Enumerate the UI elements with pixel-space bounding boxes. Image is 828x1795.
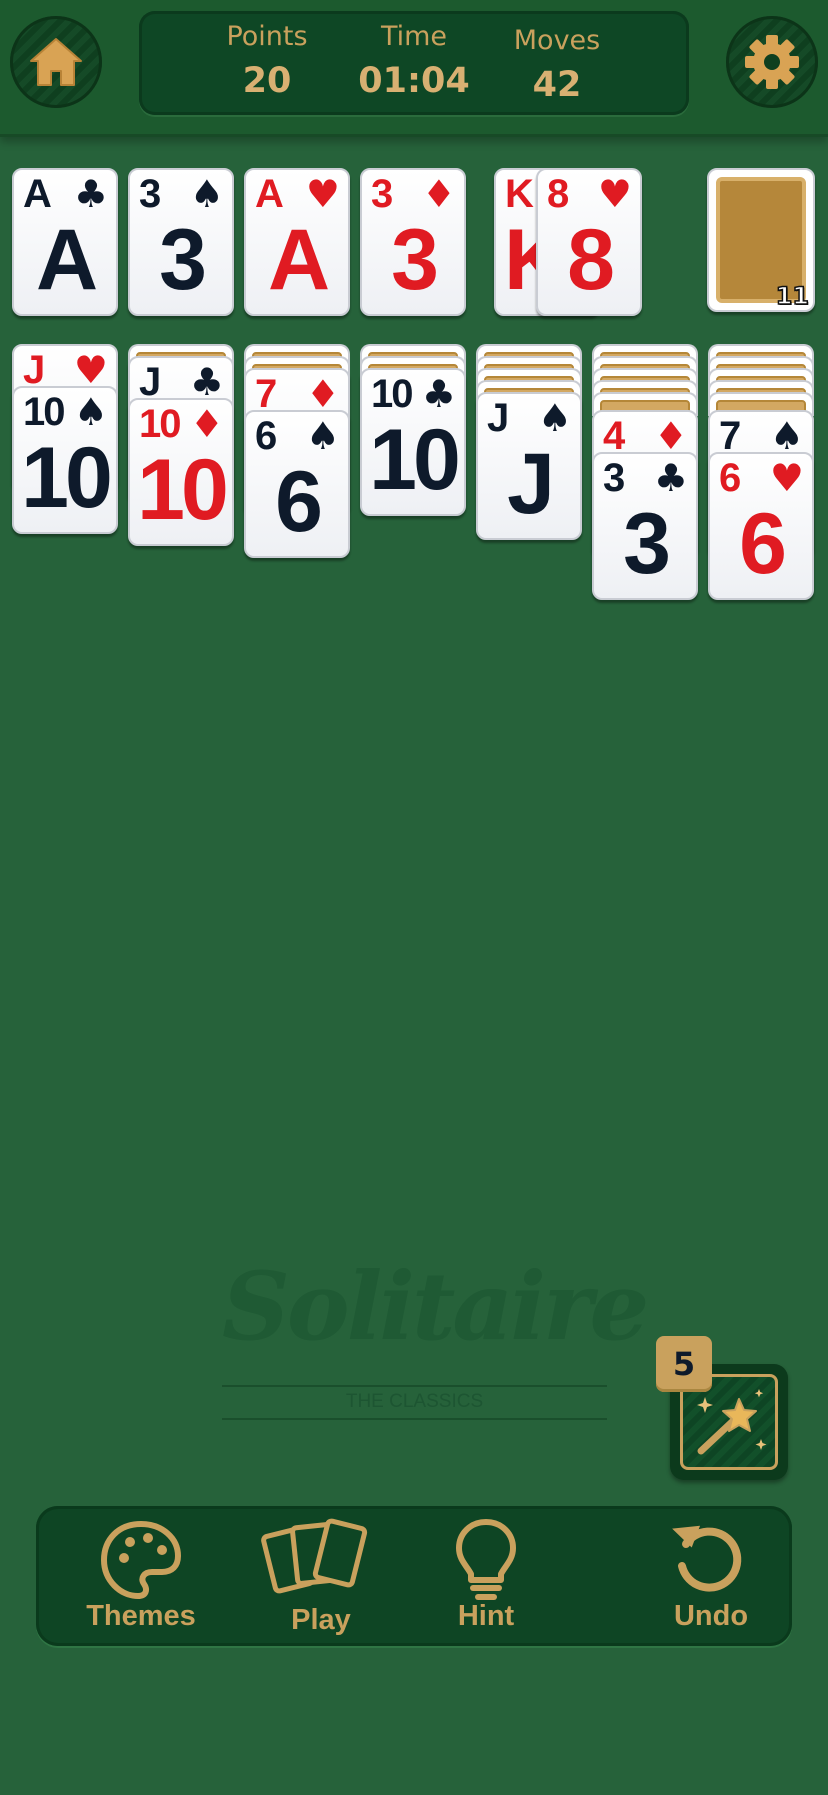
spade-icon: ♠ [769, 414, 804, 458]
card-rank-large: 3 [623, 496, 671, 592]
card-rank: J [487, 396, 509, 440]
club-icon: ♣ [421, 372, 456, 416]
club-icon: ♣ [73, 172, 108, 216]
undo-icon [672, 1525, 742, 1592]
diamond-icon: ♦ [189, 402, 224, 446]
heart-icon: ♥ [769, 456, 804, 500]
diamond-icon: ♦ [421, 172, 456, 216]
card-rank: 6 [719, 456, 741, 500]
stock-pile[interactable]: 11 [707, 168, 815, 312]
tableau-card[interactable]: 10 ♠ 10 [12, 386, 118, 534]
magic-count-badge: 5 [656, 1336, 712, 1392]
club-icon: ♣ [189, 360, 224, 404]
card-rank: K [505, 172, 534, 216]
logo-divider [222, 1385, 607, 1387]
tableau-card[interactable]: 6 ♥ 6 [708, 452, 814, 600]
logo-title: Solitaire [222, 1252, 649, 1362]
themes-label: Themes [86, 1600, 196, 1632]
club-icon: ♣ [653, 456, 688, 500]
card-rank-large: A [267, 212, 330, 308]
stats-panel: Points 20 Time 01:04 Moves 42 [139, 11, 689, 115]
spade-icon: ♠ [189, 172, 224, 216]
hint-button[interactable]: Hint [431, 1506, 541, 1646]
moves-value: 42 [532, 65, 582, 105]
foundation-pile-2[interactable]: 3 ♠ 3 [128, 168, 234, 316]
home-icon [30, 38, 82, 86]
foundation-pile-3[interactable]: A ♥ A [244, 168, 350, 316]
spade-icon: ♠ [305, 414, 340, 458]
tableau-card[interactable]: 6 ♠ 6 [244, 410, 350, 558]
card-rank-large: 3 [391, 212, 439, 308]
diamond-icon: ♦ [305, 372, 340, 416]
undo-button[interactable]: Undo [646, 1506, 776, 1646]
time-label: Time [380, 21, 448, 52]
card-rank: A [23, 172, 52, 216]
card-rank-large: 6 [739, 496, 787, 592]
card-rank: 3 [371, 172, 393, 216]
palette-icon [101, 1521, 181, 1599]
play-label: Play [291, 1604, 351, 1636]
spade-icon: ♠ [73, 390, 108, 434]
card-rank: 6 [255, 414, 277, 458]
foundation-pile-1[interactable]: A ♣ A [12, 168, 118, 316]
logo-divider [222, 1418, 607, 1420]
card-rank: 3 [139, 172, 161, 216]
card-rank-large: J [507, 436, 555, 532]
card-rank: 10 [371, 372, 413, 416]
card-rank: 3 [603, 456, 625, 500]
undo-label: Undo [673, 1600, 749, 1632]
themes-button[interactable]: Themes [56, 1506, 226, 1646]
heart-icon: ♥ [597, 172, 632, 216]
lightbulb-icon [456, 1519, 516, 1600]
card-rank: A [255, 172, 284, 216]
cards-icon [261, 1518, 368, 1594]
points-label: Points [226, 21, 308, 52]
card-rank: 10 [139, 402, 181, 446]
logo-subtitle: THE CLASSICS [345, 1391, 484, 1412]
card-rank: 10 [23, 390, 65, 434]
hint-label: Hint [457, 1600, 515, 1632]
waste-card-top[interactable]: 8 ♥ 8 [536, 168, 642, 316]
diamond-icon: ♦ [653, 414, 688, 458]
foundation-pile-4[interactable]: 3 ♦ 3 [360, 168, 466, 316]
gear-icon [745, 35, 799, 89]
card-rank-large: 10 [137, 442, 229, 538]
play-button[interactable]: Play [246, 1506, 396, 1646]
top-bar: Points 20 Time 01:04 Moves 42 [0, 0, 828, 134]
heart-icon: ♥ [73, 348, 108, 392]
tableau-card[interactable]: 10 ♦ 10 [128, 398, 234, 546]
card-rank-large: 8 [567, 212, 615, 308]
tableau-card[interactable]: 10 ♣ 10 [360, 368, 466, 516]
card-rank-large: 3 [159, 212, 207, 308]
moves-label: Moves [513, 25, 601, 56]
card-rank-large: 10 [21, 430, 113, 526]
card-rank-large: A [35, 212, 98, 308]
settings-button[interactable] [726, 16, 818, 108]
heart-icon: ♥ [305, 172, 340, 216]
card-rank: 8 [547, 172, 569, 216]
bottom-bar: Themes Play Hint Undo [36, 1506, 792, 1646]
tableau-card[interactable]: 3 ♣ 3 [592, 452, 698, 600]
spade-icon: ♠ [537, 396, 572, 440]
tableau-card[interactable]: J ♠ J [476, 392, 582, 540]
home-button[interactable] [10, 16, 102, 108]
card-rank-large: 6 [275, 454, 323, 550]
card-rank-large: 10 [369, 412, 461, 508]
stock-count: 11 [775, 281, 810, 311]
